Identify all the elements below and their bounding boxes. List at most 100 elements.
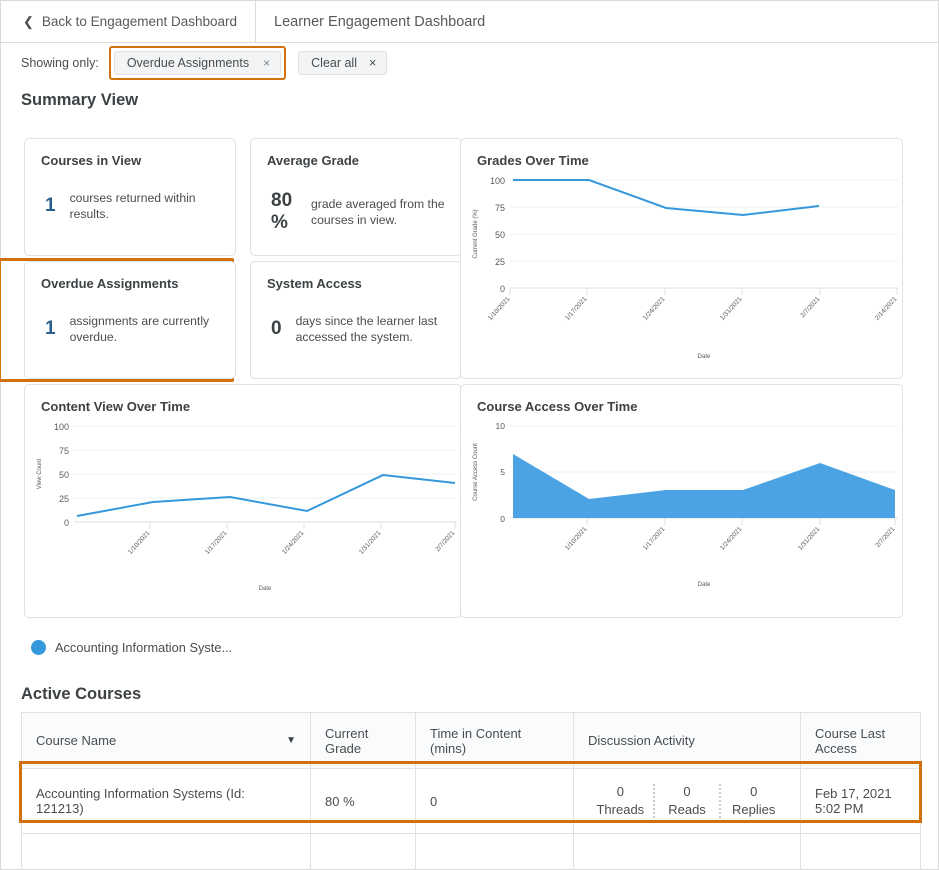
summary-card-overdue-assignments[interactable]: Overdue Assignments 1 assignments are cu…	[24, 261, 236, 379]
column-label: Current Grade	[325, 725, 369, 756]
x-tick-label: 2/14/2021	[874, 295, 899, 321]
x-tick-label: 1/10/2021	[127, 529, 152, 555]
card-stat: 80 % grade averaged from the courses in …	[251, 168, 461, 234]
y-tick-0: 0	[500, 284, 505, 294]
column-header-discussion-activity[interactable]: Discussion Activity	[573, 712, 801, 769]
y-tick-75: 75	[495, 203, 505, 213]
x-tick-label: 1/24/2021	[719, 525, 744, 551]
chevron-left-icon: ❮	[23, 14, 34, 29]
clear-all-label: Clear all	[311, 56, 357, 70]
active-courses-table-wrapper: Course Name ▼ Current Grade Time in Cont…	[1, 704, 938, 870]
cell-course-last-access	[800, 833, 921, 870]
grades-over-time-chart: 100 75 50 25 0 Current Grade (%) 1/10/20…	[473, 176, 899, 360]
column-label: Discussion Activity	[588, 733, 695, 748]
summary-card-courses-in-view[interactable]: Courses in View 1 courses returned withi…	[24, 138, 236, 256]
legend-color-dot	[31, 640, 46, 655]
table-row[interactable]: Accounting Information Systems (Id: 1212…	[21, 767, 921, 835]
y-tick-0: 0	[500, 514, 505, 524]
x-tick-label: 1/17/2021	[204, 529, 229, 555]
y-tick-50: 50	[495, 230, 505, 240]
active-courses-heading: Active Courses	[21, 685, 142, 703]
cell-course-name: Accounting Information Systems (Id: 1212…	[21, 767, 311, 835]
column-header-course-last-access[interactable]: Course Last Access	[800, 712, 921, 769]
back-button-label: Back to Engagement Dashboard	[41, 14, 238, 29]
page-title: Learner Engagement Dashboard	[256, 1, 503, 42]
page-title-label: Learner Engagement Dashboard	[274, 13, 486, 30]
cell-current-grade: 80 %	[310, 767, 416, 835]
column-header-course-name[interactable]: Course Name ▼	[21, 712, 311, 769]
x-tick-label: 2/7/2021	[434, 529, 456, 553]
legend-label: Accounting Information Syste...	[55, 640, 233, 655]
card-title: Courses in View	[41, 153, 142, 168]
chart-card-content-view-over-time[interactable]: Content View Over Time 100 75 50 25 0 Vi…	[24, 384, 462, 618]
column-header-time-in-content[interactable]: Time in Content (mins)	[415, 712, 574, 769]
chart-title: Course Access Over Time	[477, 399, 638, 414]
back-to-engagement-dashboard-button[interactable]: ❮ Back to Engagement Dashboard	[1, 1, 257, 42]
card-description: days since the learner last accessed the…	[295, 314, 438, 345]
card-stat: 1 courses returned within results.	[25, 168, 235, 223]
learner-engagement-dashboard-page: ❮ Back to Engagement Dashboard Learner E…	[0, 0, 939, 870]
filter-chip-overdue-assignments[interactable]: Overdue Assignments ×	[113, 51, 282, 75]
content-view-over-time-chart: 100 75 50 25 0 View Count 1/10/2021 1/17…	[37, 422, 457, 592]
y-tick-75: 75	[59, 446, 69, 456]
summary-card-average-grade[interactable]: Average Grade 80 % grade averaged from t…	[250, 138, 462, 256]
cell-course-name	[21, 833, 311, 870]
chart-title: Content View Over Time	[41, 399, 191, 414]
x-tick-label: 1/31/2021	[719, 295, 744, 321]
y-tick-0: 0	[64, 518, 69, 528]
cell-course-last-access: Feb 17, 2021 5:02 PM	[800, 767, 921, 835]
table-body: Accounting Information Systems (Id: 1212…	[21, 767, 921, 870]
y-axis-title: Course Access Count	[473, 443, 479, 501]
card-description: courses returned within results.	[69, 191, 196, 222]
y-tick-100: 100	[54, 422, 69, 432]
card-value: 80 %	[271, 190, 293, 233]
discussion-reads: 0 Reads	[655, 783, 720, 819]
course-access-area	[513, 454, 895, 518]
x-tick-label: 2/7/2021	[874, 525, 896, 549]
column-label: Time in Content (mins)	[430, 725, 522, 756]
card-description: grade averaged from the courses in view.	[311, 196, 445, 227]
top-navigation-bar: ❮ Back to Engagement Dashboard Learner E…	[1, 1, 938, 43]
close-icon[interactable]: ×	[263, 56, 270, 70]
table-row[interactable]	[21, 833, 921, 870]
cell-discussion-activity: 0 Threads 0 Reads 0 Replies	[573, 767, 801, 835]
card-title: Overdue Assignments	[41, 276, 179, 291]
card-stat: 1 assignments are currently overdue.	[25, 291, 235, 346]
y-tick-25: 25	[59, 494, 69, 504]
x-tick-label: 1/31/2021	[797, 525, 822, 551]
course-access-over-time-chart: 10 5 0 Course Access Count 1/10/2021 1/1…	[473, 421, 898, 588]
x-axis-title: Date	[259, 586, 272, 592]
x-tick-label: 2/7/2021	[799, 295, 821, 319]
x-tick-label: 1/10/2021	[564, 525, 589, 551]
y-tick-10: 10	[496, 421, 506, 431]
table-header-row: Course Name ▼ Current Grade Time in Cont…	[21, 712, 921, 769]
x-tick-label: 1/24/2021	[642, 295, 667, 321]
card-description: assignments are currently overdue.	[69, 314, 210, 345]
caret-down-icon[interactable]: ▼	[286, 735, 296, 746]
card-stat: 0 days since the learner last accessed t…	[251, 291, 461, 346]
grades-line	[513, 179, 820, 217]
cell-discussion-activity	[573, 833, 801, 870]
discussion-threads: 0 Threads	[588, 783, 653, 819]
close-icon[interactable]: ×	[369, 56, 376, 70]
y-tick-50: 50	[59, 470, 69, 480]
summary-view-heading: Summary View	[21, 91, 139, 109]
replies-label: Replies	[732, 802, 776, 818]
content-view-line	[76, 473, 456, 517]
active-courses-table: Course Name ▼ Current Grade Time in Cont…	[21, 712, 921, 870]
y-axis-title: View Count	[37, 458, 43, 489]
summary-card-system-access[interactable]: System Access 0 days since the learner l…	[250, 261, 462, 379]
chart-title: Grades Over Time	[477, 153, 589, 168]
column-header-current-grade[interactable]: Current Grade	[310, 712, 416, 769]
chart-card-course-access-over-time[interactable]: Course Access Over Time 10 5 0 Course Ac…	[460, 384, 903, 618]
x-axis-title: Date	[698, 582, 711, 588]
column-label: Course Name	[36, 733, 117, 748]
filter-chip-label: Overdue Assignments	[126, 56, 250, 70]
y-axis-title: Current Grade (%)	[473, 209, 479, 258]
x-tick-label: 1/10/2021	[487, 295, 512, 321]
chart-card-grades-over-time[interactable]: Grades Over Time 100 75 50 25 0 Current …	[460, 138, 903, 379]
threads-count: 0	[616, 784, 624, 799]
clear-all-button[interactable]: Clear all ×	[298, 51, 388, 75]
x-tick-marks	[509, 288, 898, 295]
cell-time-in-content: 0	[415, 767, 574, 835]
